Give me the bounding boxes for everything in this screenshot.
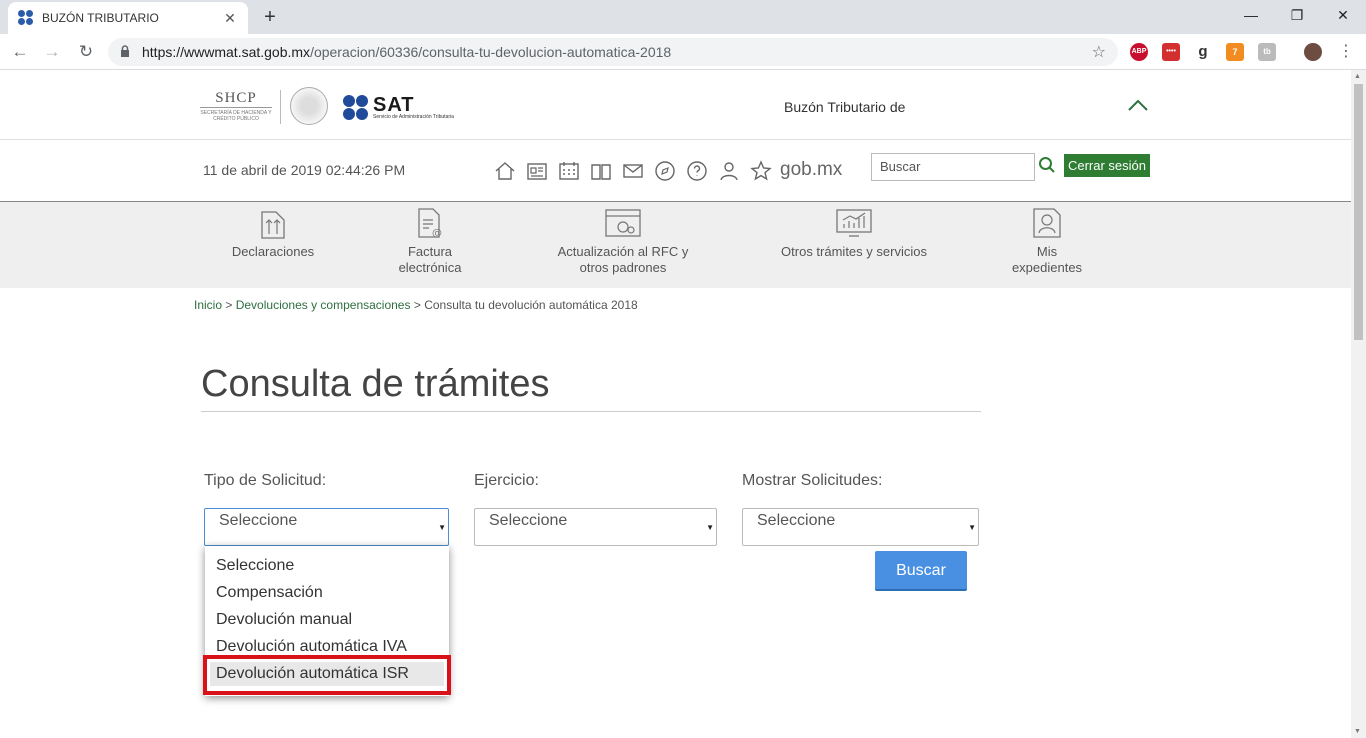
window-controls: — ❐ ✕ <box>1228 0 1366 30</box>
tab-close-icon[interactable]: ✕ <box>222 10 238 27</box>
home-icon[interactable] <box>493 159 517 183</box>
browser-tab[interactable]: BUZÓN TRIBUTARIO ✕ <box>8 2 248 34</box>
sat-logo[interactable]: SAT Servicio de Administración Tributari… <box>343 95 454 121</box>
sat-dots-icon <box>343 95 369 121</box>
nav-declaraciones[interactable]: Declaraciones <box>226 202 320 260</box>
forward-icon[interactable]: → <box>40 40 64 64</box>
main-nav: Declaraciones @ Factura electrónica Actu… <box>0 202 1351 288</box>
svg-text:@: @ <box>432 228 442 239</box>
site-header: SHCP SECRETARÍA DE HACIENDA Y CRÉDITO PÚ… <box>0 70 1351 140</box>
search-input[interactable]: Buscar <box>871 153 1035 181</box>
dropdown-option[interactable]: Devolución manual <box>205 606 449 633</box>
declaraciones-icon <box>261 211 285 239</box>
breadcrumb-current: Consulta tu devolución automática 2018 <box>424 298 638 312</box>
adblock-extension-icon[interactable]: ABP <box>1130 43 1148 61</box>
mail-icon[interactable] <box>621 159 645 183</box>
current-datetime: 11 de abril de 2019 02:44:26 PM <box>203 162 406 178</box>
ejercicio-select[interactable]: Seleccione ▼ <box>474 508 717 546</box>
invoice-icon: @ <box>418 208 442 239</box>
window-close-icon[interactable]: ✕ <box>1320 0 1366 30</box>
address-bar[interactable]: https://wwwmat.sat.gob.mx/operacion/6033… <box>108 38 1118 66</box>
lastpass-extension-icon[interactable]: •••• <box>1162 43 1180 61</box>
expedientes-icon <box>1033 208 1061 238</box>
feed-extension-icon[interactable]: 7 <box>1226 43 1244 61</box>
search-icon[interactable] <box>1038 156 1056 174</box>
help-icon[interactable] <box>685 159 709 183</box>
title-divider <box>201 411 981 412</box>
mostrar-solicitudes-label: Mostrar Solicitudes: <box>742 472 883 489</box>
page-title: Consulta de trámites <box>201 363 550 405</box>
chevron-down-icon: ▼ <box>968 523 976 532</box>
scroll-down-icon[interactable]: ▼ <box>1354 728 1361 735</box>
sat-favicon-icon <box>18 10 34 26</box>
utility-bar: 11 de abril de 2019 02:44:26 PM gob.mx B… <box>0 140 1351 202</box>
ejercicio-label: Ejercicio: <box>474 472 539 489</box>
nav-mis-expedientes[interactable]: Mis expedientes <box>1004 202 1090 276</box>
tb-extension-icon[interactable]: tb <box>1258 43 1276 61</box>
nav-factura-electronica[interactable]: @ Factura electrónica <box>380 202 480 276</box>
logo-divider <box>280 90 281 124</box>
browser-toolbar: ← → ↻ https://wwwmat.sat.gob.mx/operacio… <box>0 34 1366 70</box>
utility-icons <box>493 158 773 184</box>
newspaper-icon[interactable] <box>525 159 549 183</box>
nav-actualizacion-rfc[interactable]: Actualización al RFC y otros padrones <box>552 202 694 276</box>
back-icon[interactable]: ← <box>8 40 32 64</box>
breadcrumb: Inicio > Devoluciones y compensaciones >… <box>194 298 638 312</box>
tipo-solicitud-label: Tipo de Solicitud: <box>204 472 327 489</box>
scroll-up-icon[interactable]: ▲ <box>1354 73 1361 80</box>
gobmx-link[interactable]: gob.mx <box>780 159 842 181</box>
star-icon[interactable] <box>749 159 773 183</box>
page-scrollbar[interactable]: ▲ ▼ <box>1351 70 1366 738</box>
dropdown-option[interactable]: Seleccione <box>205 552 449 579</box>
lock-icon <box>120 44 134 60</box>
calendar-icon[interactable] <box>557 159 581 183</box>
scrollbar-thumb[interactable] <box>1354 84 1363 340</box>
reload-icon[interactable]: ↻ <box>74 40 98 64</box>
buzon-label: Buzón Tributario de <box>784 99 906 115</box>
browser-tab-strip: BUZÓN TRIBUTARIO ✕ + — ❐ ✕ <box>0 0 1366 34</box>
browser-menu-icon[interactable]: ⋮ <box>1334 40 1358 64</box>
logout-button[interactable]: Cerrar sesión <box>1064 154 1150 177</box>
url-path: /operacion/60336/consulta-tu-devolucion-… <box>310 44 672 60</box>
chevron-down-icon: ▼ <box>438 523 446 532</box>
nav-otros-tramites[interactable]: Otros trámites y servicios <box>770 202 938 260</box>
book-icon[interactable] <box>589 159 613 183</box>
chevron-down-icon: ▼ <box>706 523 714 532</box>
compass-icon[interactable] <box>653 159 677 183</box>
profile-avatar[interactable] <box>1304 43 1322 61</box>
bookmark-star-icon[interactable]: ☆ <box>1092 42 1106 62</box>
tab-title: BUZÓN TRIBUTARIO <box>42 11 159 25</box>
breadcrumb-inicio[interactable]: Inicio <box>194 298 222 312</box>
chevron-up-icon[interactable] <box>1126 96 1150 114</box>
dropdown-option[interactable]: Compensación <box>205 579 449 606</box>
shcp-logo[interactable]: SHCP SECRETARÍA DE HACIENDA Y CRÉDITO PÚ… <box>200 90 272 124</box>
minimize-icon[interactable]: — <box>1228 0 1274 30</box>
grammarly-extension-icon[interactable]: g <box>1194 43 1212 61</box>
tipo-solicitud-select[interactable]: Seleccione ▼ <box>204 508 449 546</box>
buscar-button[interactable]: Buscar <box>875 551 967 591</box>
settings-window-icon <box>605 209 641 237</box>
annotation-highlight-box <box>203 655 451 695</box>
national-seal-icon <box>290 87 328 125</box>
user-icon[interactable] <box>717 159 741 183</box>
url-host: https://wwwmat.sat.gob.mx <box>142 44 311 60</box>
breadcrumb-devoluciones[interactable]: Devoluciones y compensaciones <box>236 298 411 312</box>
restore-icon[interactable]: ❐ <box>1274 0 1320 30</box>
page-content: SHCP SECRETARÍA DE HACIENDA Y CRÉDITO PÚ… <box>0 70 1351 738</box>
new-tab-button[interactable]: + <box>258 5 282 29</box>
chart-monitor-icon <box>836 209 872 237</box>
mostrar-solicitudes-select[interactable]: Seleccione ▼ <box>742 508 979 546</box>
